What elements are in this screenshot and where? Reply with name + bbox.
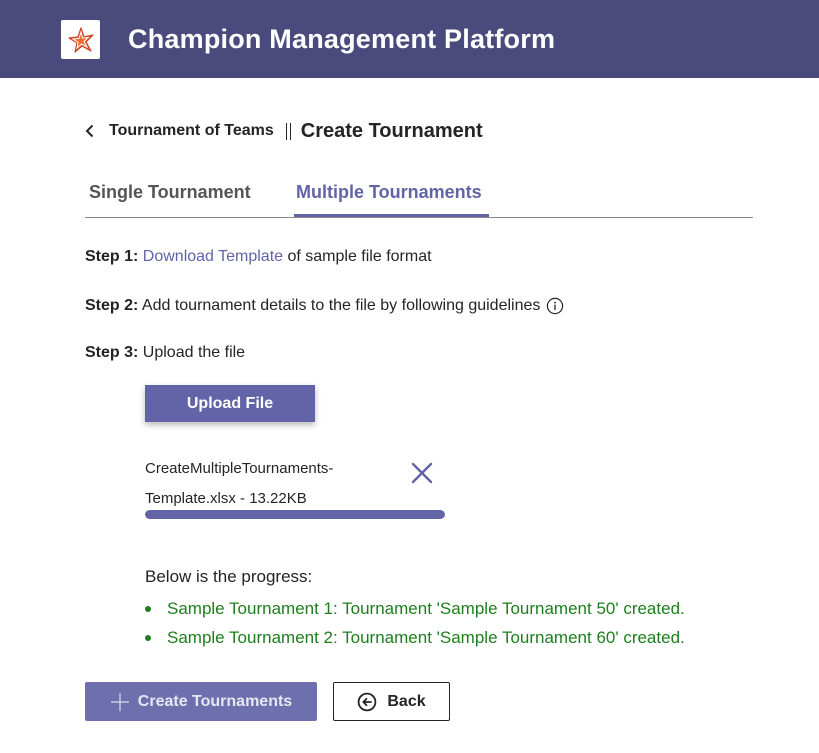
breadcrumb-parent-link[interactable]: Tournament of Teams	[109, 122, 274, 140]
step-2-label: Step 2:	[85, 297, 139, 314]
tab-multiple-tournaments-label: Multiple Tournaments	[296, 182, 482, 202]
file-name-line-1: CreateMultipleTournaments-	[145, 460, 334, 477]
upload-progress-fill	[145, 510, 445, 519]
page-title: Create Tournament	[300, 119, 483, 142]
upload-progress-bar	[145, 510, 445, 519]
tab-multiple-tournaments[interactable]: Multiple Tournaments	[296, 182, 482, 213]
app-title: Champion Management Platform	[128, 24, 556, 54]
back-button-label: Back	[387, 692, 426, 710]
step-1: Step 1: Download Template of sample file…	[85, 248, 432, 266]
tab-bar: Single Tournament Multiple Tournaments	[85, 176, 753, 218]
uploaded-file-name: CreateMultipleTournaments- Template.xlsx…	[145, 454, 395, 514]
tab-single-tournament[interactable]: Single Tournament	[89, 182, 251, 213]
close-icon[interactable]	[409, 460, 435, 486]
step-3-label: Step 3:	[85, 344, 139, 361]
chevron-left-icon[interactable]	[85, 123, 97, 139]
breadcrumb: Tournament of Teams Create Tournament	[85, 118, 483, 144]
list-item: Sample Tournament 1: Tournament 'Sample …	[145, 594, 685, 623]
progress-label: Below is the progress:	[145, 567, 313, 586]
back-arrow-circle-icon	[357, 692, 377, 712]
step-3-text: Upload the file	[138, 344, 246, 361]
app-header: Champion Management Platform	[0, 0, 819, 78]
download-template-link[interactable]: Download Template	[143, 248, 283, 265]
upload-file-button[interactable]: Upload File	[145, 385, 315, 422]
step-3: Step 3: Upload the file	[85, 344, 245, 362]
create-tournaments-button[interactable]: Create Tournaments	[85, 682, 317, 721]
create-tournaments-label: Create Tournaments	[137, 692, 293, 710]
info-icon[interactable]	[546, 297, 564, 315]
progress-result-list: Sample Tournament 1: Tournament 'Sample …	[145, 594, 685, 652]
breadcrumb-separator	[285, 122, 291, 140]
plus-icon	[110, 692, 130, 712]
step-1-label: Step 1:	[85, 248, 139, 265]
list-item: Sample Tournament 2: Tournament 'Sample …	[145, 623, 685, 652]
active-tab-indicator	[294, 214, 489, 217]
step-2-text: Add tournament details to the file by fo…	[138, 297, 541, 314]
starfish-logo-icon	[61, 20, 100, 59]
step-2: Step 2: Add tournament details to the fi…	[85, 297, 564, 315]
step-1-text: of sample file format	[283, 248, 432, 265]
back-button[interactable]: Back	[333, 682, 450, 721]
